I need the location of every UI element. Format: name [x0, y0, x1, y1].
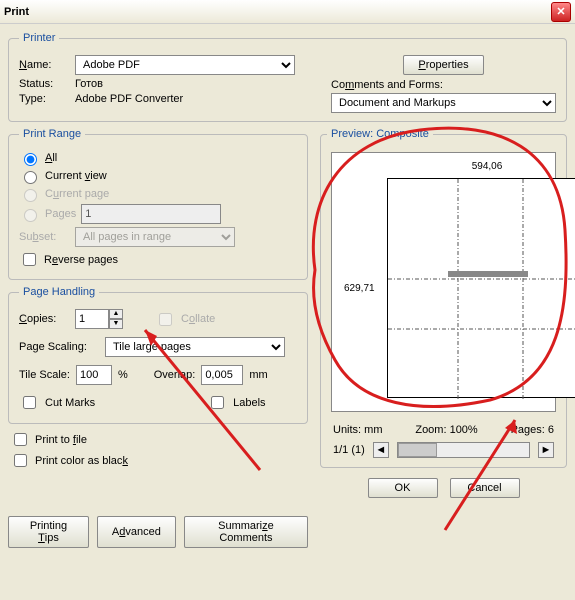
- printer-group: Printer Name: Adobe PDF Status: Готов Ty…: [8, 32, 567, 122]
- page-nav: 1/1 (1): [333, 444, 365, 456]
- advanced-button[interactable]: Advanced: [97, 516, 176, 548]
- collate-label: Collate: [181, 313, 215, 325]
- printer-name-select[interactable]: Adobe PDF: [75, 55, 295, 75]
- preview-legend: Preview: Composite: [327, 128, 433, 140]
- radio-current-page: [24, 189, 37, 202]
- print-to-file-label: Print to file: [35, 434, 87, 446]
- current-page-label: Current page: [45, 188, 109, 200]
- preview-height: 629,71: [344, 283, 375, 294]
- cutmarks-label: Cut Marks: [45, 397, 95, 409]
- preview-zoom: Zoom: 100%: [415, 424, 477, 436]
- preview-scrollbar[interactable]: [397, 442, 530, 458]
- print-black-checkbox[interactable]: [14, 454, 27, 467]
- all-label: All: [45, 152, 57, 164]
- page-handling-group: Page Handling Copies: ▲ ▼ Collate: [8, 286, 308, 424]
- print-range-group: Print Range All Current view Current pag…: [8, 128, 308, 280]
- properties-button[interactable]: Properties: [403, 55, 483, 75]
- preview-area: 594,06 629,71: [331, 152, 556, 412]
- range-legend: Print Range: [19, 128, 85, 140]
- labels-label: Labels: [233, 397, 265, 409]
- cancel-button[interactable]: Cancel: [450, 478, 520, 498]
- tilescale-unit: %: [118, 369, 128, 381]
- preview-group: Preview: Composite 594,06 629,71: [320, 128, 567, 468]
- ok-button[interactable]: OK: [368, 478, 438, 498]
- status-value: Готов: [75, 78, 103, 90]
- scroll-right-icon[interactable]: ►: [538, 442, 554, 458]
- print-to-file-checkbox[interactable]: [14, 433, 27, 446]
- copies-label: Copies:: [19, 313, 69, 325]
- radio-pages: [24, 209, 37, 222]
- reverse-checkbox[interactable]: [23, 253, 36, 266]
- window-title: Print: [4, 6, 551, 18]
- scaling-select[interactable]: Tile large pages: [105, 337, 285, 357]
- pages-label: Pages: [45, 208, 76, 220]
- printing-tips-button[interactable]: Printing Tips: [8, 516, 89, 548]
- subset-label: Subset:: [19, 231, 69, 243]
- cutmarks-checkbox[interactable]: [23, 396, 36, 409]
- radio-current-view[interactable]: [24, 171, 37, 184]
- preview-page: [387, 178, 575, 398]
- labels-checkbox[interactable]: [211, 396, 224, 409]
- reverse-label: Reverse pages: [44, 254, 118, 266]
- overlap-unit: mm: [249, 369, 267, 381]
- summarize-button[interactable]: Summarize Comments: [184, 516, 308, 548]
- radio-all[interactable]: [24, 153, 37, 166]
- preview-width: 594,06: [387, 161, 575, 172]
- tilescale-label: Tile Scale:: [19, 369, 70, 381]
- subset-select: All pages in range: [75, 227, 235, 247]
- print-black-label: Print color as black: [35, 455, 128, 467]
- type-value: Adobe PDF Converter: [75, 93, 183, 105]
- comments-select[interactable]: Document and Markups: [331, 93, 556, 113]
- comments-label: Comments and Forms:: [331, 79, 556, 91]
- close-icon[interactable]: ✕: [551, 2, 571, 22]
- scaling-label: Page Scaling:: [19, 341, 99, 353]
- spinner-up-icon[interactable]: ▲: [109, 309, 123, 319]
- handling-legend: Page Handling: [19, 286, 99, 298]
- printer-legend: Printer: [19, 32, 59, 44]
- current-view-label: Current view: [45, 170, 107, 182]
- overlap-label: Overlap:: [154, 369, 196, 381]
- scroll-left-icon[interactable]: ◄: [373, 442, 389, 458]
- pages-input: [81, 204, 221, 224]
- copies-input[interactable]: [75, 309, 109, 329]
- type-label: Type:: [19, 93, 69, 105]
- spinner-down-icon[interactable]: ▼: [109, 319, 123, 329]
- titlebar: Print ✕: [0, 0, 575, 24]
- preview-units: Units: mm: [333, 424, 383, 436]
- overlap-input[interactable]: [201, 365, 243, 385]
- status-label: Status:: [19, 78, 69, 90]
- preview-pages: Pages: 6: [511, 424, 554, 436]
- collate-checkbox: [159, 313, 172, 326]
- name-label: Name:: [19, 59, 69, 71]
- tilescale-input[interactable]: [76, 365, 112, 385]
